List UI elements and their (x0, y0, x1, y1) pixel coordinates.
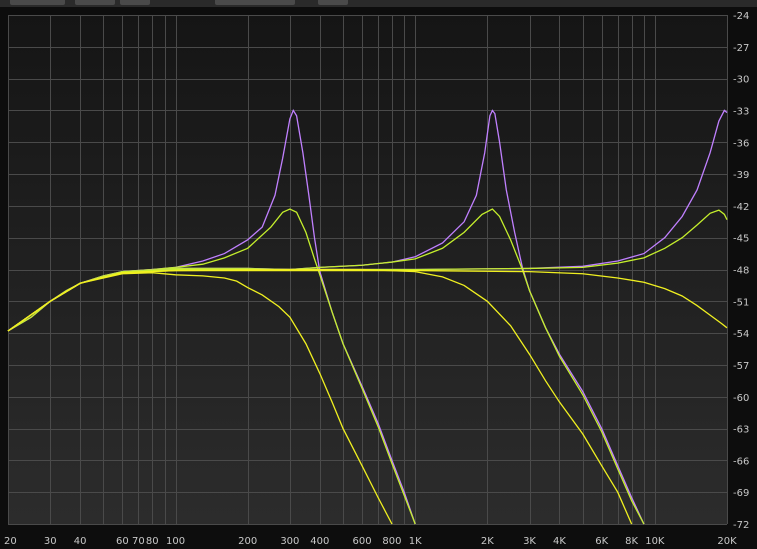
y-tick-label: -69 (733, 488, 749, 499)
x-tick-label: 1K (409, 536, 422, 547)
x-tick-label: 10K (645, 536, 665, 547)
x-tick-label: 80 (146, 536, 159, 547)
y-axis-labels: -24 -27 -30 -33 -36 -39 -42 -45 -48 -51 -54 -57 -60 -… (733, 11, 749, 531)
y-tick-label: -24 (733, 11, 749, 22)
y-tick-label: -27 (733, 43, 749, 54)
x-tick-label: 800 (382, 536, 401, 547)
x-tick-label: 8K (625, 536, 638, 547)
x-tick-label: 30 (44, 536, 57, 547)
x-tick-label: 300 (280, 536, 299, 547)
x-tick-label: 6K (595, 536, 608, 547)
x-tick-label: 200 (238, 536, 257, 547)
eq-analyzer-window: 20 30 40 60 70 80 100 200 300 400 600 800 1K 2K 3K 4K 6K… (0, 0, 757, 549)
x-axis-labels: 20 30 40 60 70 80 100 200 300 400 600 800 1K 2K 3K 4K 6K… (4, 536, 737, 547)
y-tick-label: -54 (733, 329, 749, 340)
y-tick-label: -30 (733, 75, 749, 86)
y-tick-label: -42 (733, 202, 749, 213)
y-tick-label: -51 (733, 297, 749, 308)
y-tick-label: -57 (733, 361, 749, 372)
x-tick-label: 4K (553, 536, 566, 547)
y-tick-label: -45 (733, 234, 749, 245)
x-tick-label: 400 (310, 536, 329, 547)
x-tick-label: 3K (523, 536, 536, 547)
x-tick-label: 100 (166, 536, 185, 547)
y-tick-label: -48 (733, 266, 749, 277)
x-tick-label: 2K (481, 536, 494, 547)
x-tick-label: 60 (116, 536, 129, 547)
y-tick-label: -39 (733, 170, 749, 181)
x-tick-label: 20 (4, 536, 17, 547)
frequency-response-chart: 20 30 40 60 70 80 100 200 300 400 600 800 1K 2K 3K 4K 6K… (4, 11, 749, 547)
y-tick-label: -63 (733, 425, 749, 436)
y-tick-label: -33 (733, 106, 749, 117)
x-tick-label: 70 (132, 536, 145, 547)
x-tick-label: 40 (74, 536, 87, 547)
y-tick-label: -66 (733, 456, 749, 467)
y-tick-label: -72 (733, 520, 749, 531)
x-tick-label: 20K (717, 536, 737, 547)
x-tick-label: 600 (352, 536, 371, 547)
y-tick-label: -36 (733, 138, 749, 149)
y-tick-label: -60 (733, 393, 749, 404)
